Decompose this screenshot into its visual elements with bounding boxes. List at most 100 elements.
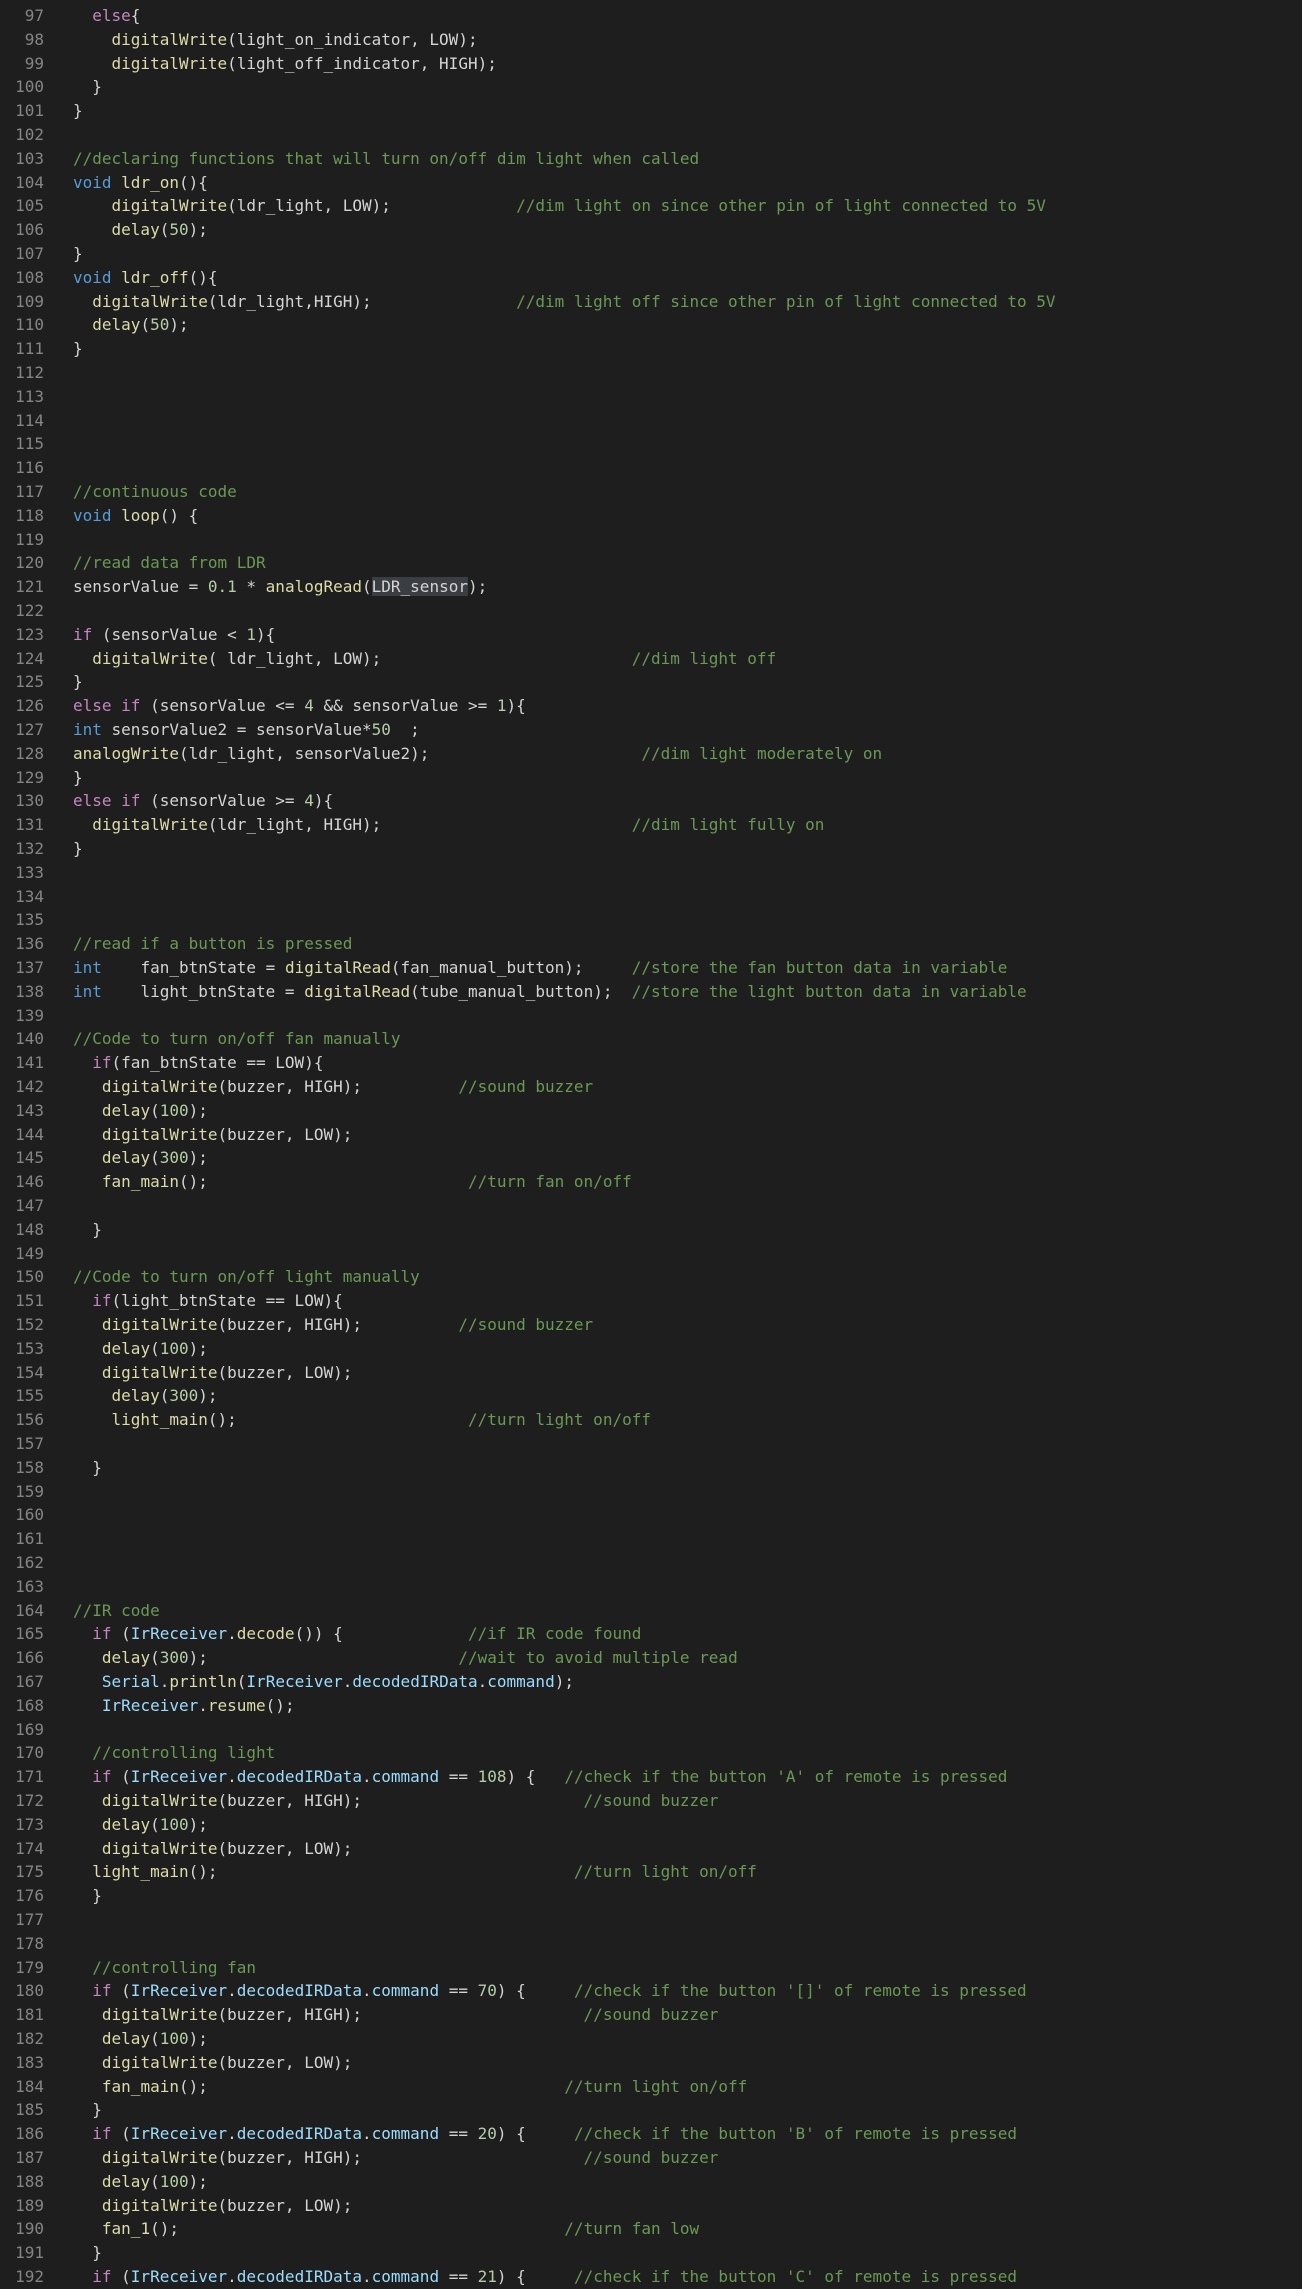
code-text[interactable]: //read if a button is pressed xyxy=(73,932,352,956)
code-line[interactable]: 132} xyxy=(0,837,1302,861)
code-text[interactable]: if (IrReceiver.decodedIRData.command == … xyxy=(73,1765,1007,1789)
code-text[interactable]: } xyxy=(73,766,83,790)
code-line[interactable]: 118 void loop() { xyxy=(0,504,1302,528)
code-text[interactable]: analogWrite(ldr_light, sensorValue2); //… xyxy=(73,742,882,766)
code-line[interactable]: 117 //continuous code xyxy=(0,480,1302,504)
code-text[interactable]: digitalWrite(buzzer, LOW); xyxy=(73,2194,352,2218)
code-line[interactable]: 138 int light_btnState = digitalRead(tube… xyxy=(0,980,1302,1004)
code-line[interactable]: 133 xyxy=(0,861,1302,885)
code-line[interactable]: 135 xyxy=(0,908,1302,932)
code-text[interactable]: void ldr_off(){ xyxy=(73,266,218,290)
code-line[interactable]: 137 int fan_btnState = digitalRead(fan_ma… xyxy=(0,956,1302,980)
code-line[interactable]: 109 digitalWrite(ldr_light,HIGH); //dim … xyxy=(0,290,1302,314)
code-text[interactable]: delay(300); xyxy=(73,1146,208,1170)
code-line[interactable]: 126 else if (sensorValue <= 4 && sensorVa… xyxy=(0,694,1302,718)
code-line[interactable]: 162 xyxy=(0,1551,1302,1575)
code-text[interactable]: //Code to turn on/off light manually xyxy=(73,1265,420,1289)
code-text[interactable]: //IR code xyxy=(73,1599,160,1623)
code-text[interactable]: delay(100); xyxy=(73,1813,208,1837)
code-line[interactable]: 174 digitalWrite(buzzer, LOW); xyxy=(0,1837,1302,1861)
code-line[interactable]: 139 xyxy=(0,1004,1302,1028)
code-line[interactable]: 143 delay(100); xyxy=(0,1099,1302,1123)
code-text[interactable]: digitalWrite(buzzer, HIGH); //sound buzz… xyxy=(73,1313,593,1337)
code-text[interactable]: delay(300); //wait to avoid multiple rea… xyxy=(73,1646,738,1670)
code-text[interactable]: if (IrReceiver.decodedIRData.command == … xyxy=(73,2265,1017,2289)
code-text[interactable]: } xyxy=(73,2241,102,2265)
code-text[interactable]: digitalWrite(buzzer, HIGH); //sound buzz… xyxy=(73,1075,593,1099)
code-text[interactable]: int light_btnState = digitalRead(tube_ma… xyxy=(73,980,1027,1004)
code-text[interactable]: delay(100); xyxy=(73,2170,208,2194)
code-text[interactable]: digitalWrite(ldr_light, HIGH); //dim lig… xyxy=(73,813,824,837)
code-line[interactable]: 125} xyxy=(0,670,1302,694)
code-text[interactable]: } xyxy=(73,242,83,266)
code-line[interactable]: 116 xyxy=(0,456,1302,480)
code-text[interactable]: delay(50); xyxy=(73,313,188,337)
code-text[interactable]: fan_1(); //turn fan low xyxy=(73,2217,699,2241)
code-line[interactable]: 142 digitalWrite(buzzer, HIGH); //sound … xyxy=(0,1075,1302,1099)
code-text[interactable]: if (IrReceiver.decode()) { //if IR code … xyxy=(73,1622,641,1646)
code-line[interactable]: 129} xyxy=(0,766,1302,790)
code-line[interactable]: 124 digitalWrite( ldr_light, LOW); //dim… xyxy=(0,647,1302,671)
code-line[interactable]: 161 xyxy=(0,1527,1302,1551)
code-text[interactable]: void loop() { xyxy=(73,504,198,528)
code-line[interactable]: 185 } xyxy=(0,2098,1302,2122)
code-line[interactable]: 171 if (IrReceiver.decodedIRData.command… xyxy=(0,1765,1302,1789)
code-text[interactable]: } xyxy=(73,337,83,361)
code-text[interactable]: //read data from LDR xyxy=(73,551,266,575)
code-line[interactable]: 156 light_main(); //turn light on/off xyxy=(0,1408,1302,1432)
code-text[interactable]: else{ xyxy=(73,4,140,28)
code-line[interactable]: 122 xyxy=(0,599,1302,623)
code-line[interactable]: 169 xyxy=(0,1718,1302,1742)
code-text[interactable]: else if (sensorValue >= 4){ xyxy=(73,789,333,813)
code-line[interactable]: 136 //read if a button is pressed xyxy=(0,932,1302,956)
code-text[interactable]: } xyxy=(73,2098,102,2122)
code-line[interactable]: 114 xyxy=(0,409,1302,433)
code-line[interactable]: 112 xyxy=(0,361,1302,385)
code-text[interactable]: delay(300); xyxy=(73,1384,218,1408)
code-line[interactable]: 177 xyxy=(0,1908,1302,1932)
code-text[interactable]: digitalWrite(buzzer, HIGH); //sound buzz… xyxy=(73,2003,719,2027)
code-text[interactable]: delay(50); xyxy=(73,218,208,242)
code-line[interactable]: 179 //controlling fan xyxy=(0,1956,1302,1980)
code-text[interactable]: IrReceiver.resume(); xyxy=(73,1694,295,1718)
code-text[interactable]: } xyxy=(73,1884,102,1908)
code-line[interactable]: 189 digitalWrite(buzzer, LOW); xyxy=(0,2194,1302,2218)
code-text[interactable]: } xyxy=(73,99,83,123)
code-line[interactable]: 128 analogWrite(ldr_light, sensorValue2);… xyxy=(0,742,1302,766)
code-line[interactable]: 192 if (IrReceiver.decodedIRData.command… xyxy=(0,2265,1302,2289)
code-line[interactable]: 151 if(light_btnState == LOW){ xyxy=(0,1289,1302,1313)
code-line[interactable]: 140 //Code to turn on/off fan manually xyxy=(0,1027,1302,1051)
code-line[interactable]: 110 delay(50); xyxy=(0,313,1302,337)
code-text[interactable]: digitalWrite(buzzer, LOW); xyxy=(73,1123,352,1147)
code-text[interactable]: fan_main(); //turn fan on/off xyxy=(73,1170,632,1194)
code-editor[interactable]: 97 else{98 digitalWrite(light_on_indicat… xyxy=(0,0,1302,2288)
code-line[interactable]: 111} xyxy=(0,337,1302,361)
code-text[interactable]: digitalWrite(buzzer, LOW); xyxy=(73,1837,352,1861)
code-line[interactable]: 119 xyxy=(0,528,1302,552)
code-line[interactable]: 120 //read data from LDR xyxy=(0,551,1302,575)
code-text[interactable]: Serial.println(IrReceiver.decodedIRData.… xyxy=(73,1670,574,1694)
code-line[interactable]: 121 sensorValue = 0.1 * analogRead(LDR_se… xyxy=(0,575,1302,599)
code-line[interactable]: 172 digitalWrite(buzzer, HIGH); //sound … xyxy=(0,1789,1302,1813)
code-text[interactable]: else if (sensorValue <= 4 && sensorValue… xyxy=(73,694,526,718)
code-line[interactable]: 106 delay(50); xyxy=(0,218,1302,242)
code-line[interactable]: 145 delay(300); xyxy=(0,1146,1302,1170)
code-text[interactable]: void ldr_on(){ xyxy=(73,171,208,195)
code-line[interactable]: 147 xyxy=(0,1194,1302,1218)
code-text[interactable]: digitalWrite(light_on_indicator, LOW); xyxy=(73,28,478,52)
code-line[interactable]: 149 xyxy=(0,1242,1302,1266)
code-line[interactable]: 99 digitalWrite(light_off_indicator, HIG… xyxy=(0,52,1302,76)
code-line[interactable]: 168 IrReceiver.resume(); xyxy=(0,1694,1302,1718)
code-line[interactable]: 98 digitalWrite(light_on_indicator, LOW)… xyxy=(0,28,1302,52)
code-line[interactable]: 155 delay(300); xyxy=(0,1384,1302,1408)
code-text[interactable]: if(light_btnState == LOW){ xyxy=(73,1289,342,1313)
code-text[interactable]: sensorValue = 0.1 * analogRead(LDR_senso… xyxy=(73,575,487,599)
code-line[interactable]: 184 fan_main(); //turn light on/off xyxy=(0,2075,1302,2099)
code-text[interactable]: fan_main(); //turn light on/off xyxy=(73,2075,747,2099)
code-line[interactable]: 173 delay(100); xyxy=(0,1813,1302,1837)
code-line[interactable]: 167 Serial.println(IrReceiver.decodedIRD… xyxy=(0,1670,1302,1694)
code-text[interactable]: digitalWrite(buzzer, LOW); xyxy=(73,1361,352,1385)
code-line[interactable]: 166 delay(300); //wait to avoid multiple… xyxy=(0,1646,1302,1670)
code-line[interactable]: 150 //Code to turn on/off light manually xyxy=(0,1265,1302,1289)
code-text[interactable]: } xyxy=(73,1218,102,1242)
